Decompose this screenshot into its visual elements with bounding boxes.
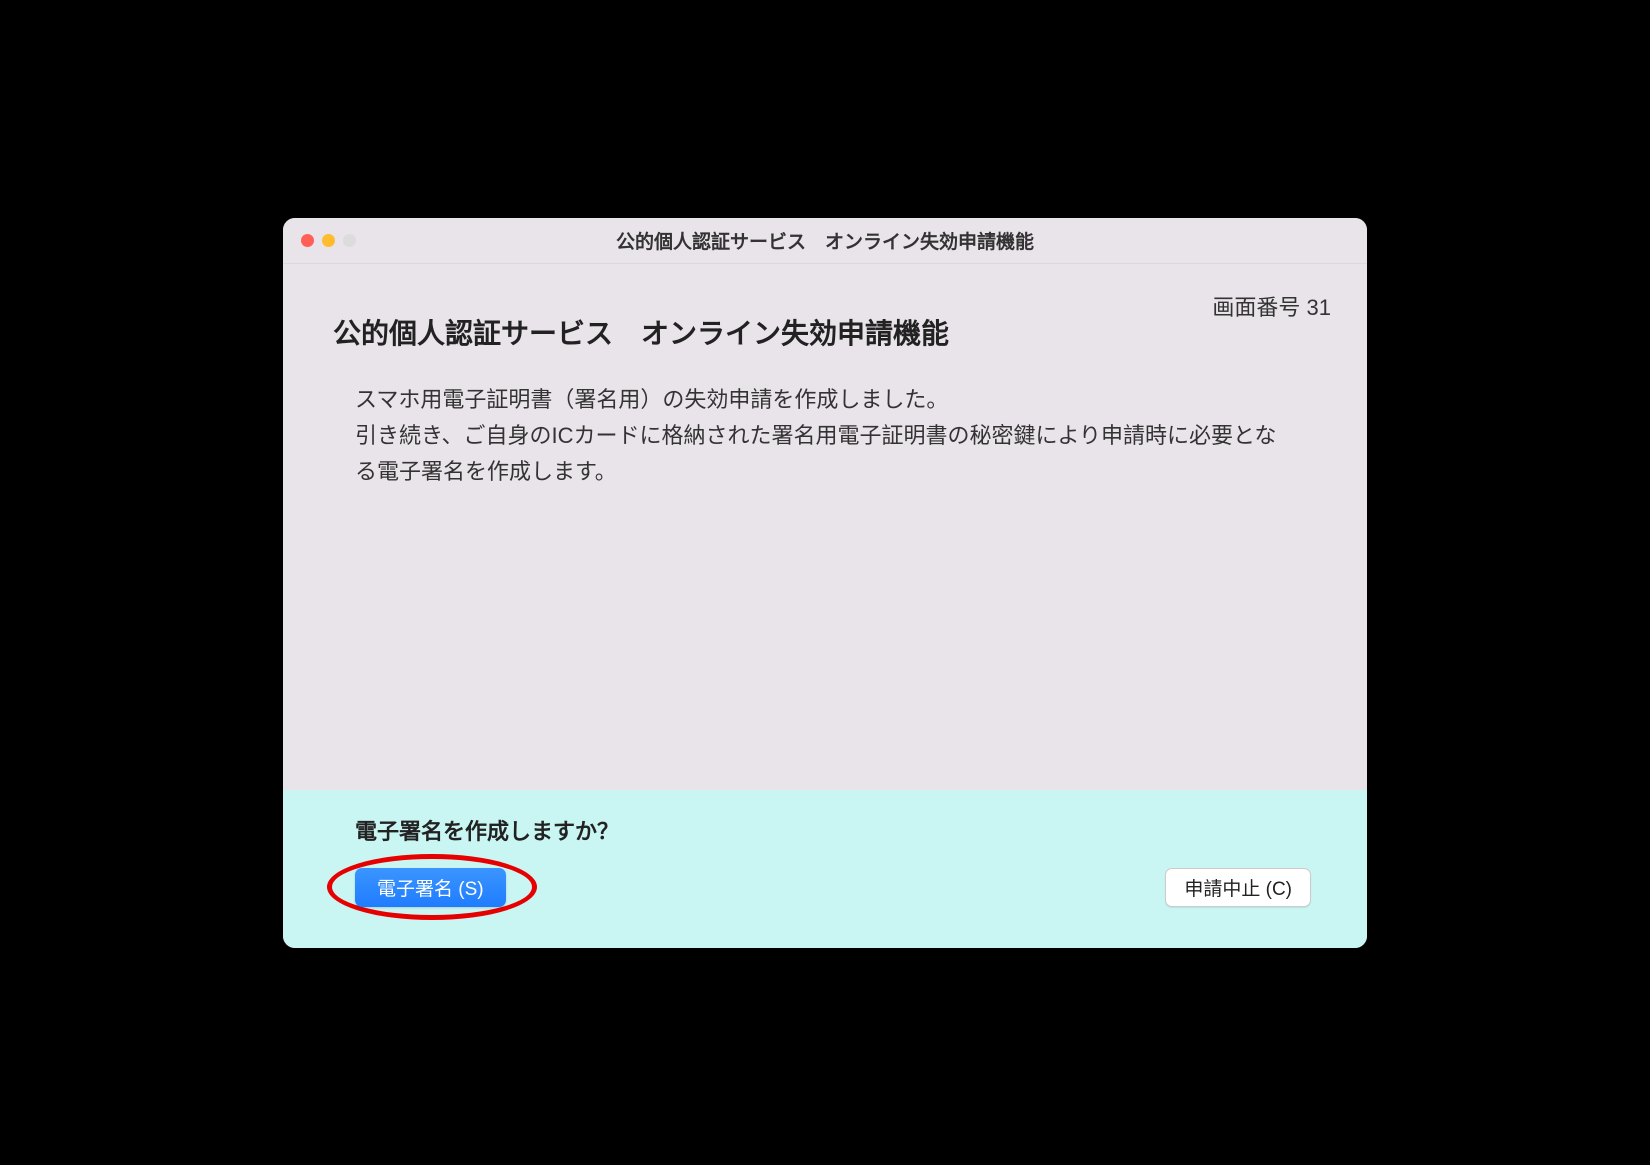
traffic-lights xyxy=(283,234,356,247)
body-line-1: スマホ用電子証明書（署名用）の失効申請を作成しました。 xyxy=(355,387,948,412)
digital-signature-button[interactable]: 電子署名 (S) xyxy=(355,868,506,907)
titlebar: 公的個人認証サービス オンライン失効申請機能 xyxy=(283,218,1367,264)
body-line-2: 引き続き、ご自身のICカードに格納された署名用電子証明書の秘密鍵により申請時に必… xyxy=(355,423,1276,484)
primary-button-highlight-wrap: 電子署名 (S) xyxy=(355,868,506,907)
button-row: 電子署名 (S) 申請中止 (C) xyxy=(333,868,1317,907)
window-title: 公的個人認証サービス オンライン失効申請機能 xyxy=(283,227,1367,254)
footer-panel: 電子署名を作成しますか？ 電子署名 (S) 申請中止 (C) xyxy=(283,790,1367,948)
screen-number-label: 画面番号 31 xyxy=(1212,290,1331,322)
content-area: 画面番号 31 公的個人認証サービス オンライン失効申請機能 スマホ用電子証明書… xyxy=(283,264,1367,790)
minimize-icon[interactable] xyxy=(322,234,335,247)
close-icon[interactable] xyxy=(301,234,314,247)
cancel-application-button[interactable]: 申請中止 (C) xyxy=(1165,868,1311,907)
maximize-icon xyxy=(343,234,356,247)
body-text: スマホ用電子証明書（署名用）の失効申請を作成しました。 引き続き、ご自身のICカ… xyxy=(333,382,1317,491)
page-heading: 公的個人認証サービス オンライン失効申請機能 xyxy=(333,312,1317,352)
footer-prompt: 電子署名を作成しますか？ xyxy=(333,814,1317,846)
app-window: 公的個人認証サービス オンライン失効申請機能 画面番号 31 公的個人認証サービ… xyxy=(283,218,1367,948)
